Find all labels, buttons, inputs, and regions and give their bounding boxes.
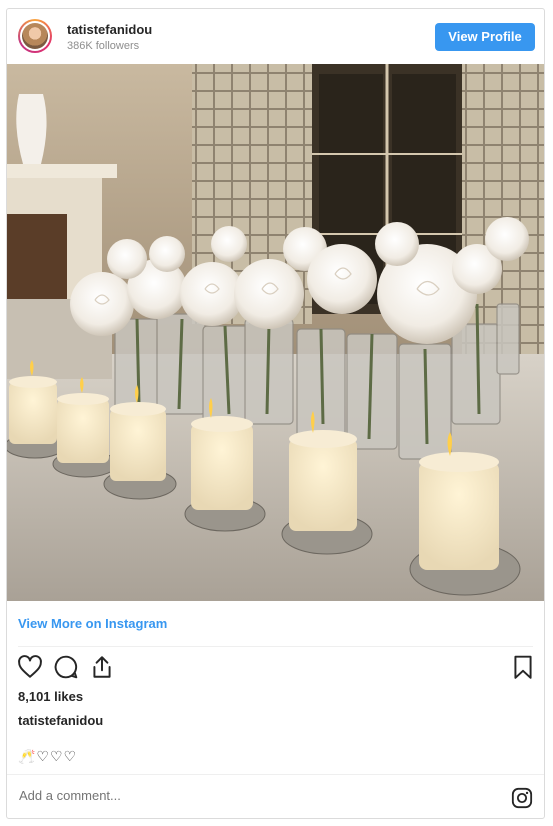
instagram-embed-card: tatistefanidou 386K followers View Profi… (6, 8, 545, 819)
share-icon[interactable] (89, 654, 115, 680)
like-count[interactable]: 8,101 likes (18, 689, 83, 704)
photo-candles-roses (7, 64, 544, 601)
bookmark-icon[interactable] (510, 654, 536, 680)
avatar-image (22, 23, 48, 49)
profile-username[interactable]: tatistefanidou (67, 22, 152, 37)
caption-text: 🥂♡♡♡ (18, 748, 78, 764)
view-profile-button[interactable]: View Profile (435, 23, 535, 51)
action-bar (7, 654, 544, 684)
comment-icon[interactable] (53, 654, 79, 680)
instagram-logo-icon[interactable] (511, 787, 533, 809)
caption-username[interactable]: tatistefanidou (18, 713, 103, 728)
avatar[interactable] (18, 19, 52, 53)
divider (18, 646, 533, 647)
avatar-frame (20, 21, 50, 51)
view-more-link[interactable]: View More on Instagram (18, 616, 167, 631)
post-photo[interactable] (7, 64, 544, 601)
comment-input[interactable] (17, 787, 481, 804)
comment-bar (7, 774, 544, 818)
follower-count: 386K followers (67, 40, 140, 52)
heart-icon[interactable] (17, 654, 43, 680)
post-header: tatistefanidou 386K followers View Profi… (7, 9, 544, 64)
